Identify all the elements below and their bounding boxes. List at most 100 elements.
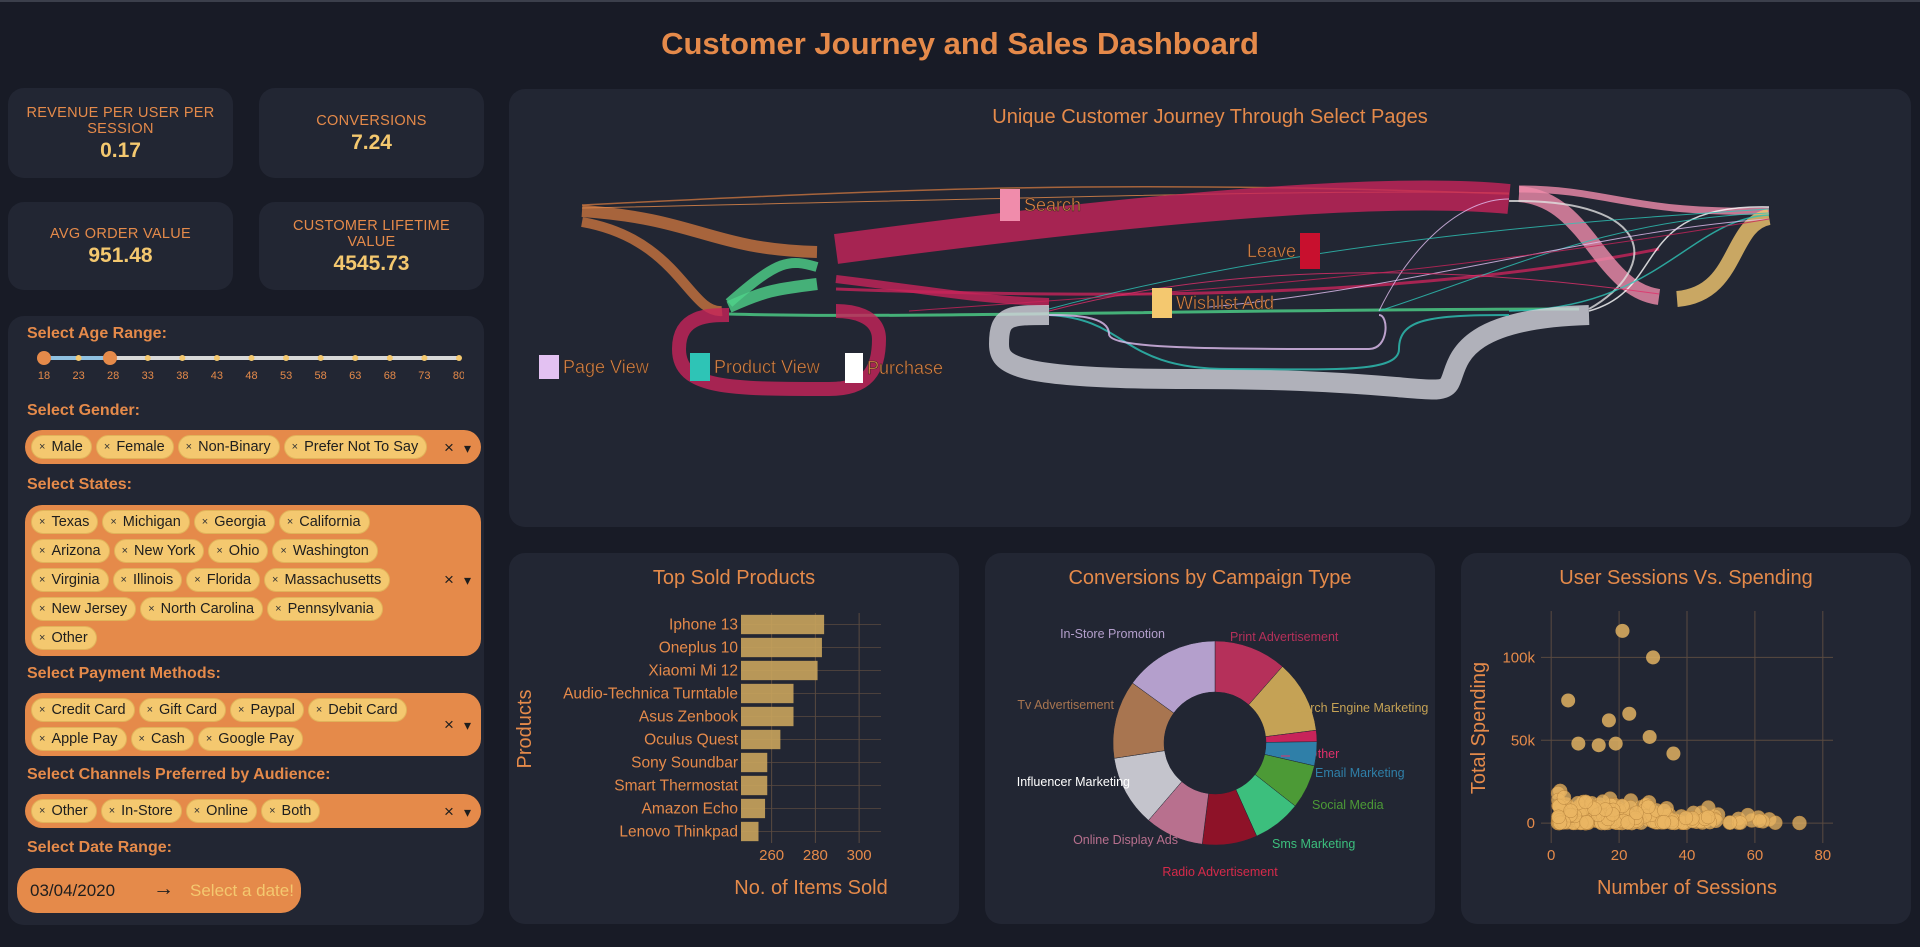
tag-remove-icon[interactable]: × <box>194 574 200 586</box>
age-range-slider[interactable]: 18 23 28 33 38 43 48 53 58 63 68 73 80 <box>34 346 465 386</box>
tag-remove-icon[interactable]: × <box>39 545 45 557</box>
tag-remove-icon[interactable]: × <box>139 733 145 745</box>
y-tick-label: Audio-Technica Turntable <box>563 686 738 703</box>
sankey-node-label: Page View <box>563 357 650 377</box>
end-date-input[interactable]: Select a date! <box>190 881 294 901</box>
tag-non-binary: × Non-Binary <box>177 435 280 459</box>
bar-xiaomi-mi-12[interactable] <box>741 660 818 681</box>
tag-remove-icon[interactable]: × <box>39 603 45 615</box>
tag-remove-icon[interactable]: × <box>269 805 275 817</box>
tag-label: Virginia <box>51 572 100 588</box>
bar-iphone-13[interactable] <box>741 614 825 635</box>
tag-remove-icon[interactable]: × <box>206 733 212 745</box>
scatter-point[interactable] <box>1591 738 1606 753</box>
bar-oculus-quest[interactable] <box>741 729 781 750</box>
bar-lenovo-thinkpad[interactable] <box>741 821 759 842</box>
tag-remove-icon[interactable]: × <box>39 441 45 453</box>
y-tick-label: Sony Soundbar <box>631 755 738 772</box>
age-tick-dot <box>144 355 151 361</box>
tag-remove-icon[interactable]: × <box>216 545 222 557</box>
age-max-handle[interactable] <box>103 351 117 365</box>
tag-label: Illinois <box>132 572 174 588</box>
tag-remove-icon[interactable]: × <box>121 574 127 586</box>
gender-dropdown[interactable]: × Male × Female × Non-Binary × Prefer Not To… <box>25 430 481 464</box>
tag-remove-icon[interactable]: × <box>122 545 128 557</box>
clear-icon[interactable]: × <box>444 438 454 457</box>
tag-new-jersey: × New Jersey <box>31 597 137 621</box>
tag-label: Online <box>206 803 249 819</box>
sankey-node-leave[interactable] <box>1300 233 1320 269</box>
tag-remove-icon[interactable]: × <box>272 574 278 586</box>
x-axis-title: No. of Items Sold <box>734 877 887 899</box>
chevron-down-icon[interactable]: ▾ <box>464 804 471 820</box>
scatter-point[interactable] <box>1601 713 1616 728</box>
chevron-down-icon[interactable]: ▾ <box>464 717 471 733</box>
bar-smart-thermostat[interactable] <box>741 775 768 796</box>
bar-sony-soundbar[interactable] <box>741 752 768 773</box>
clear-icon[interactable]: × <box>444 570 454 589</box>
channels-dropdown[interactable]: × Other × In-Store × Online × Both × ▾ <box>25 794 481 828</box>
tag-remove-icon[interactable]: × <box>275 603 281 615</box>
tag-remove-icon[interactable]: × <box>39 516 45 528</box>
tag-remove-icon[interactable]: × <box>292 441 298 453</box>
tag-remove-icon[interactable]: × <box>287 516 293 528</box>
tag-label: New York <box>134 543 196 559</box>
bar-asus-zenbook[interactable] <box>741 706 794 727</box>
tag-remove-icon[interactable]: × <box>39 704 45 716</box>
date-range-label: Select Date Range: <box>27 839 172 856</box>
clear-icon[interactable]: × <box>444 802 454 821</box>
chevron-down-icon[interactable]: ▾ <box>464 572 471 588</box>
clear-icon[interactable]: × <box>444 715 454 734</box>
age-tick-dot <box>352 355 359 361</box>
tag-remove-icon[interactable]: × <box>238 704 244 716</box>
sankey-node-label: Leave <box>1247 241 1296 261</box>
tag-remove-icon[interactable]: × <box>147 704 153 716</box>
age-min-handle[interactable] <box>37 351 51 365</box>
start-date-input[interactable]: 03/04/2020 <box>30 881 115 901</box>
scatter-point[interactable] <box>1561 693 1576 708</box>
bar-amazon-echo[interactable] <box>741 798 766 819</box>
tag-remove-icon[interactable]: × <box>186 441 192 453</box>
age-tick-dot <box>386 355 393 361</box>
tag-remove-icon[interactable]: × <box>148 603 154 615</box>
scatter-point[interactable] <box>1622 706 1637 721</box>
tag-both: × Both <box>261 799 321 823</box>
kpi-customer-lifetime-value: CUSTOMER LIFETIME VALUE 4545.73 <box>259 202 484 290</box>
tag-remove-icon[interactable]: × <box>39 805 45 817</box>
x-tick-label: 300 <box>847 847 872 864</box>
tag-remove-icon[interactable]: × <box>39 632 45 644</box>
sankey-node-search[interactable] <box>1000 189 1020 221</box>
tag-remove-icon[interactable]: × <box>109 805 115 817</box>
scatter-point[interactable] <box>1608 736 1623 751</box>
scatter-point[interactable] <box>1642 729 1657 744</box>
age-tick-label: 48 <box>245 370 257 382</box>
tag-remove-icon[interactable]: × <box>110 516 116 528</box>
kpi-avg-order-value: AVG ORDER VALUE 951.48 <box>8 202 233 290</box>
tag-remove-icon[interactable]: × <box>316 704 322 716</box>
sankey-node-purchase[interactable] <box>845 353 863 383</box>
age-tick-dot <box>179 355 186 361</box>
tag-remove-icon[interactable]: × <box>194 805 200 817</box>
tag-remove-icon[interactable]: × <box>39 574 45 586</box>
states-dropdown[interactable]: × Texas × Michigan × Georgia × California × Arizo… <box>25 505 481 656</box>
sankey-node-product-view[interactable] <box>690 353 710 381</box>
scatter-point[interactable] <box>1571 736 1586 751</box>
tag-remove-icon[interactable]: × <box>202 516 208 528</box>
sankey-node-label: Wishlist Add <box>1176 293 1274 313</box>
tag-remove-icon[interactable]: × <box>280 545 286 557</box>
tag-remove-icon[interactable]: × <box>39 733 45 745</box>
tag-remove-icon[interactable]: × <box>104 441 110 453</box>
payment-label: Select Payment Methods: <box>27 665 221 682</box>
scatter-point[interactable] <box>1615 623 1630 638</box>
sankey-node-page-view[interactable] <box>539 355 559 379</box>
chevron-down-icon[interactable]: ▾ <box>464 440 471 456</box>
bar-oneplus-10[interactable] <box>741 637 822 658</box>
payment-dropdown[interactable]: × Credit Card × Gift Card × Paypal × Debit Card… <box>25 693 481 756</box>
tag-label: North Carolina <box>160 601 255 617</box>
sankey-node-wishlist-add[interactable] <box>1152 288 1172 318</box>
tag-female: × Female <box>95 435 174 459</box>
scatter-point <box>1578 794 1593 810</box>
bar-audio-technica-turntable[interactable] <box>741 683 794 704</box>
scatter-point[interactable] <box>1646 650 1661 665</box>
scatter-point[interactable] <box>1666 746 1681 761</box>
